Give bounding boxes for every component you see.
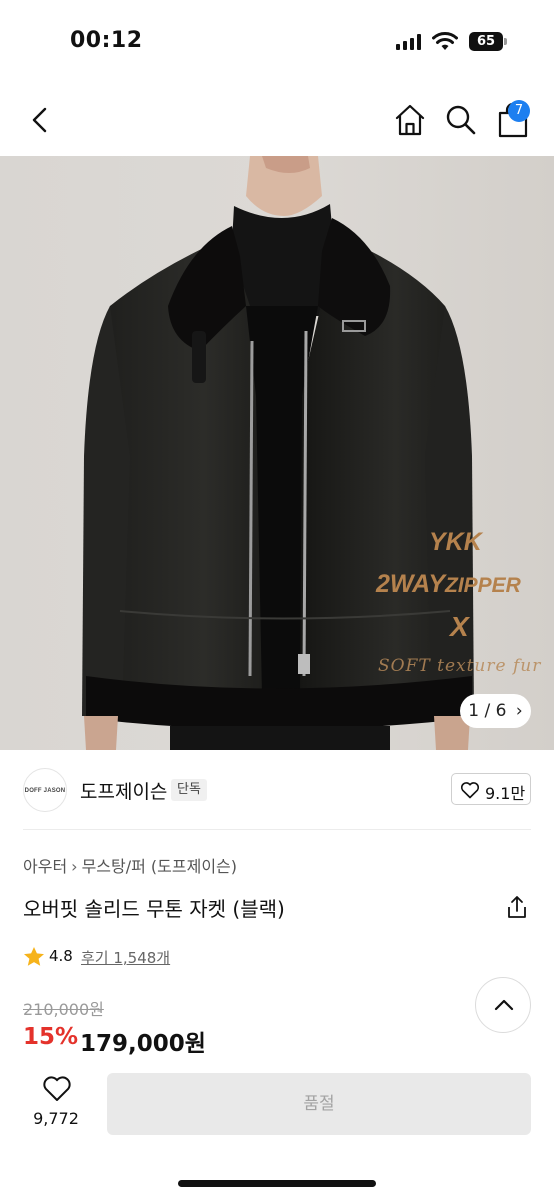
signal-icon [396,34,422,50]
gallery-pager[interactable]: 1 / 6 › [460,694,531,728]
overlay-zipper-text: ZIPPER [445,574,521,597]
home-icon[interactable] [392,102,428,138]
overlay-ykk-text: YKK [429,528,482,556]
chevron-right-icon: › [515,701,523,721]
battery-level: 65 [469,32,503,51]
overlay-fur-text: SOFT texture fur [378,656,542,676]
home-indicator [178,1180,376,1187]
scroll-to-top-button[interactable] [475,977,531,1033]
breadcrumb-item[interactable]: 아우터 [23,857,67,876]
battery-icon: 65 [469,32,507,51]
brand-like-count: 9.1만 [485,784,526,803]
divider [23,829,531,830]
star-icon [24,947,44,966]
original-price: 210,000원 [23,1000,104,1019]
brand-logo[interactable]: DOFF JASON [23,768,67,812]
status-bar: 00:12 65 [0,0,554,84]
status-time: 00:12 [70,28,143,53]
breadcrumb: 아우터 › 무스탕/퍼 (도프제이슨) [23,853,237,877]
exclusive-badge: 단독 [171,779,207,801]
chevron-up-icon [494,999,514,1011]
wifi-icon [432,32,458,50]
reviews-link[interactable]: 후기 1,548개 [81,947,170,968]
product-image-gallery[interactable]: YKK 2WAYZIPPER X SOFT texture fur [0,156,554,750]
product-title: 오버핏 솔리드 무톤 자켓 (블랙) [23,897,285,921]
pager-text: 1 / 6 [468,701,507,721]
overlay-2way-text: 2WAYZIPPER [376,570,521,599]
cart-count-badge: 7 [508,100,530,122]
heart-icon [43,1076,71,1101]
share-icon[interactable] [505,894,529,920]
brand-name[interactable]: 도프제이슨 [80,777,167,804]
search-icon[interactable] [443,102,479,138]
brand-like-button[interactable]: 9.1만 [451,773,531,805]
rating-score: 4.8 [49,947,73,965]
breadcrumb-item[interactable]: 무스탕/퍼 (도프제이슨) [82,857,237,876]
discount-rate: 15% [23,1024,79,1050]
top-navigation [0,84,554,156]
chevron-right-icon: › [71,857,78,876]
overlay-2way-main: 2WAY [376,570,445,598]
back-arrow-icon[interactable] [22,102,58,138]
wishlist-count: 9,772 [33,1109,79,1128]
heart-icon [460,782,480,799]
wishlist-button[interactable]: 9,772 [22,1075,90,1135]
sold-out-button[interactable]: 품절 [107,1073,531,1135]
overlay-x-text: X [450,611,469,642]
sale-price: 179,000원 [80,1031,206,1057]
